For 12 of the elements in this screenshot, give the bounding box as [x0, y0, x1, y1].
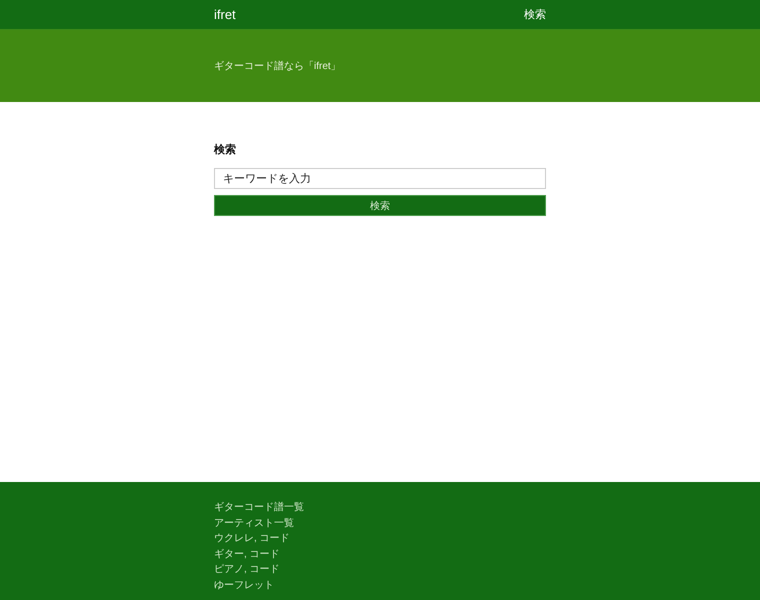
search-link[interactable]: 検索 — [524, 7, 546, 22]
search-field[interactable]: キーワードを入力 — [214, 168, 546, 189]
tagline: ギターコード譜なら「ifret」 — [214, 60, 342, 73]
site-logo[interactable]: ifret — [214, 7, 236, 22]
search-heading: 検索 — [214, 142, 237, 157]
footer-link[interactable]: ギターコード譜一覧 — [214, 503, 546, 513]
footer-link[interactable]: ウクレレ, コード — [214, 534, 546, 544]
footer-link[interactable]: ピアノ, コード — [214, 565, 546, 575]
footer-link[interactable]: ギター, コード — [214, 550, 546, 560]
footer-link[interactable]: アーティスト一覧 — [214, 518, 546, 528]
search-button[interactable]: 検索 — [214, 195, 546, 216]
footer-link[interactable]: ゆーフレット — [214, 580, 546, 590]
